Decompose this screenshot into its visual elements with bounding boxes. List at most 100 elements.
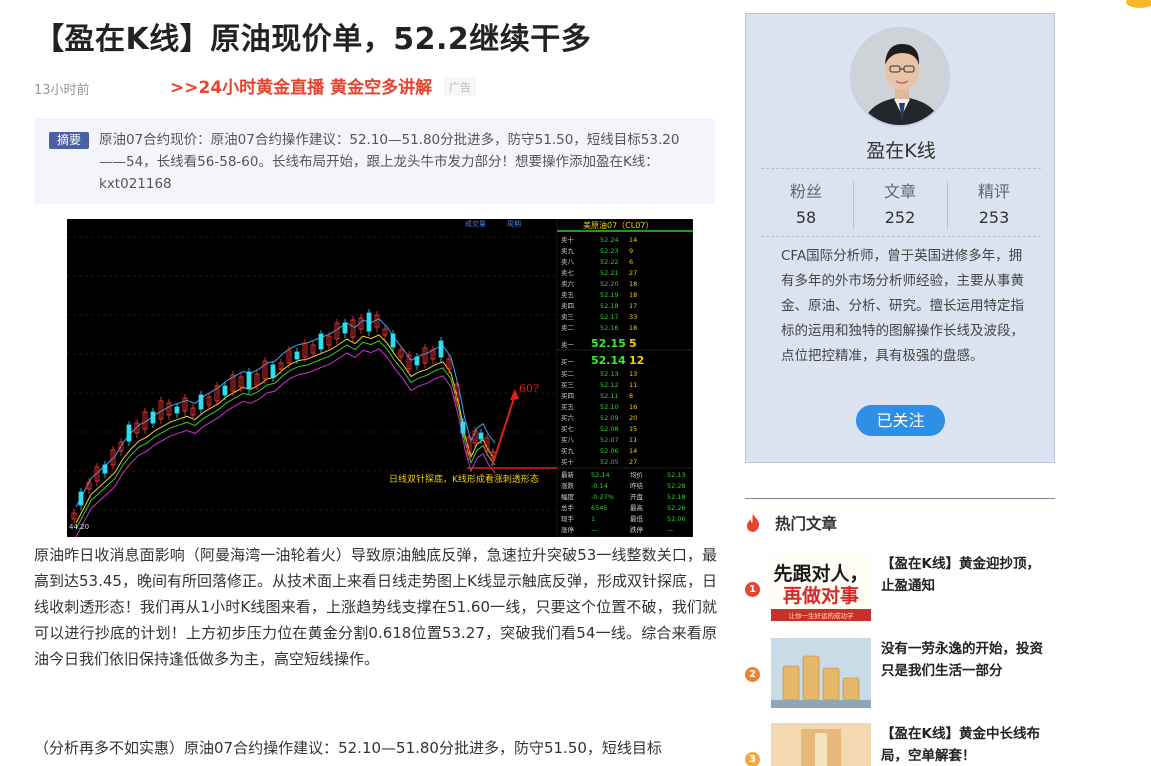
corner-coin-icon (1126, 0, 1151, 8)
book-level-label: 卖五 (561, 291, 575, 299)
book-level-label: 卖七 (561, 268, 575, 277)
hot-article-item[interactable]: 2 没有一劳永逸的开始，投资只是我们生活一部分 (745, 638, 1055, 718)
book-price: 52.10 (600, 403, 619, 411)
candle-body (414, 356, 420, 366)
stat-fans: 粉丝 58 (759, 182, 853, 227)
stat-fans-value: 58 (795, 208, 817, 227)
hot-article-item[interactable]: 1 先跟对人， 再做对事 让你一生好运的成功学 【盈在K线】黄金迎抄顶，止盈通知 (745, 553, 1055, 633)
candle-body (478, 432, 484, 440)
hot-articles-title: 热门文章 (775, 515, 838, 533)
rank-badge: 3 (745, 752, 760, 766)
book-price: 52.06 (600, 447, 619, 455)
candle-body (198, 394, 204, 410)
book-price: 52.08 (600, 425, 619, 433)
book-volume: 8 (629, 392, 633, 400)
quote-key: 跌停 (630, 525, 644, 534)
hot-article-item[interactable]: 3 【盈在K线】黄金中长线布局，空单解套！ (745, 723, 1055, 766)
book-price: 52.20 (600, 280, 619, 288)
hot-article-thumbnail[interactable] (771, 638, 871, 708)
book-volume: 27 (629, 269, 637, 277)
stat-articles-label: 文章 (883, 182, 916, 201)
thumb-subline: 让你一生好运的成功学 (789, 611, 855, 620)
candle-body (174, 406, 180, 414)
quote-value: 52.13 (667, 471, 686, 479)
author-avatar[interactable] (850, 27, 950, 127)
book-volume: 5 (629, 337, 637, 350)
book-level-label: 买六 (561, 413, 575, 422)
hot-article-title[interactable]: 【盈在K线】黄金中长线布局，空单解套！ (881, 723, 1053, 766)
summary-box: 摘要 原油07合约现价：原油07合约操作建议：52.10—51.80分批进多，防… (34, 118, 715, 204)
quote-key: 最低 (630, 514, 644, 523)
quote-key: 均价 (630, 470, 644, 479)
book-price: 52.21 (600, 269, 619, 277)
stat-articles: 文章 252 (853, 182, 947, 227)
quote-key: 涨跌 (561, 481, 575, 490)
author-name[interactable]: 盈在K线 (746, 136, 1056, 163)
summary-tag: 摘要 (49, 132, 89, 149)
book-volume: 18 (629, 324, 637, 332)
hot-article-thumbnail[interactable] (771, 723, 871, 766)
avatar-portrait (852, 29, 948, 125)
author-card: 盈在K线 粉丝 58 文章 252 精评 253 CFA国际分析师，曾于英国进修… (745, 13, 1055, 463)
summary-text: 原油07合约现价：原油07合约操作建议：52.10—51.80分批进多，防守51… (99, 132, 680, 192)
quote-value: -0.14 (591, 482, 608, 490)
quote-value: — (667, 526, 674, 534)
quote-value: 6545 (591, 504, 608, 512)
follow-button[interactable]: 已关注 (856, 405, 945, 436)
publish-time: 13小时前 (34, 83, 90, 98)
article-paragraph-2: （分析再多不如实惠）原油07合约操作建议：52.10—51.80分批进多，防守5… (34, 739, 662, 757)
candle-body (294, 351, 300, 360)
book-price: 52.12 (600, 381, 619, 389)
quote-value: 1 (591, 515, 595, 523)
book-volume: 14 (629, 447, 637, 455)
quote-key: 开盘 (630, 492, 644, 501)
book-price: 52.17 (600, 313, 619, 321)
book-level-label: 卖九 (561, 246, 575, 255)
book-level-label: 买八 (561, 436, 575, 444)
quote-key: 现手 (561, 514, 575, 523)
candle-body (366, 312, 372, 332)
book-volume: 11 (629, 436, 637, 444)
book-price: 52.13 (600, 370, 619, 378)
book-volume: 18 (629, 291, 637, 299)
book-price: 52.22 (600, 258, 619, 266)
candle-body (150, 411, 156, 424)
article-title: 【盈在K线】原油现价单，52.2继续干多 (34, 22, 592, 57)
toolbar-label-2: 周期 (507, 220, 521, 228)
hot-article-thumbnail[interactable]: 先跟对人， 再做对事 让你一生好运的成功学 (771, 553, 871, 623)
quote-key: 最高 (630, 503, 644, 512)
gold-graphic (771, 723, 871, 766)
book-level-label: 卖三 (561, 313, 575, 321)
stat-articles-value: 252 (884, 208, 916, 227)
book-price: 52.15 (591, 337, 626, 350)
book-level-label: 卖二 (561, 324, 575, 332)
book-level-label: 买二 (561, 370, 575, 378)
book-level-label: 买一 (561, 358, 575, 366)
quote-key: 幅度 (561, 492, 575, 501)
book-price: 52.23 (600, 247, 619, 255)
book-price: 52.11 (600, 392, 619, 400)
book-price: 52.19 (600, 291, 619, 299)
quote-value: -0.27% (591, 493, 614, 501)
book-volume: 17 (629, 302, 637, 310)
card-divider-top (761, 168, 1041, 169)
stat-reviews: 精评 253 (947, 182, 1041, 227)
book-volume: 14 (629, 236, 637, 244)
hot-article-title[interactable]: 【盈在K线】黄金迎抄顶，止盈通知 (881, 553, 1053, 597)
stat-fans-label: 粉丝 (789, 182, 822, 201)
hot-article-title[interactable]: 没有一劳永逸的开始，投资只是我们生活一部分 (881, 638, 1053, 682)
candle-body (222, 385, 228, 396)
candle-body (390, 333, 396, 348)
book-level-label: 买七 (561, 424, 575, 433)
quote-value: — (591, 526, 598, 534)
book-volume: 13 (629, 370, 637, 378)
stat-reviews-label: 精评 (977, 182, 1010, 201)
card-divider-bottom (761, 236, 1041, 237)
book-volume: 6 (629, 258, 633, 266)
book-price: 52.09 (600, 414, 619, 422)
promo-live-link[interactable]: >>24小时黄金直播 黄金空多讲解 (170, 73, 432, 98)
book-volume: 15 (629, 425, 637, 433)
book-level-label: 卖一 (561, 341, 575, 349)
quote-key: 昨结 (630, 481, 644, 490)
book-volume: 12 (629, 354, 644, 367)
